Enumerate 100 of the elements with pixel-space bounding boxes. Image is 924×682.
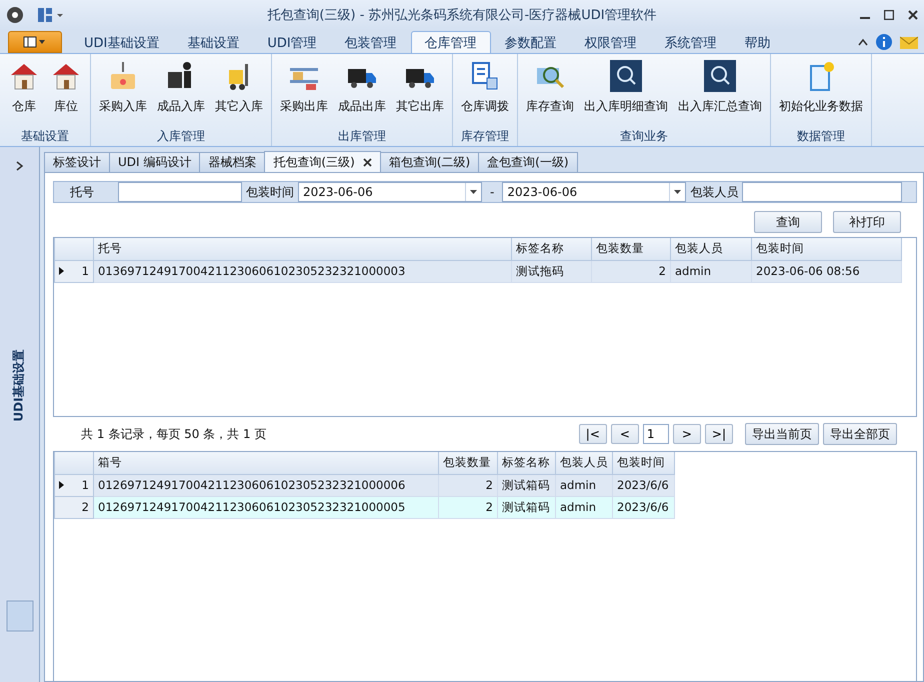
menu-icon	[23, 36, 47, 48]
document-tab[interactable]: 箱包查询(二级)	[380, 152, 480, 172]
group-label: 数据管理	[796, 128, 846, 145]
previous-page-button[interactable]: <	[610, 424, 639, 444]
group-label: 库存管理	[460, 128, 510, 145]
info-icon[interactable]	[876, 34, 892, 50]
column-header[interactable]: 标签名称	[512, 238, 592, 260]
side-panel-label[interactable]: UDI基础设置	[11, 349, 28, 422]
mail-icon[interactable]	[900, 36, 918, 48]
pallet-number-field[interactable]	[118, 182, 242, 202]
separator-text: -	[489, 185, 496, 199]
date-field[interactable]: 2023-06-06	[502, 182, 686, 202]
ribbon-button[interactable]: 出入库明细查询	[580, 58, 672, 128]
current-row-icon	[59, 481, 64, 489]
action-button[interactable]: 查询	[754, 211, 822, 233]
column-header[interactable]: 包装数量	[438, 452, 498, 474]
table-cell: 2	[592, 260, 670, 282]
table-cell: 2023-06-06 08:56	[752, 260, 902, 282]
document-tab[interactable]: 托包查询(三级)	[264, 151, 381, 172]
column-header[interactable]: 箱号	[94, 452, 438, 474]
collapse-icon[interactable]	[858, 38, 868, 46]
ribbon-tab[interactable]: 系统管理	[650, 31, 731, 53]
ribbon-tab[interactable]: 仓库管理	[410, 31, 491, 53]
search-icon	[610, 60, 642, 92]
ribbon-button[interactable]: 库位	[46, 58, 86, 128]
window-title: 托包查询(三级) - 苏州弘光条码系统有限公司-医疗器械UDI管理软件	[266, 7, 658, 24]
expand-icon[interactable]	[16, 161, 24, 171]
action-button[interactable]: 补打印	[833, 211, 901, 233]
layout-icon[interactable]	[38, 8, 64, 22]
ribbon-button[interactable]: 采购出库	[276, 58, 332, 128]
ribbon-tab[interactable]: 参数配置	[490, 31, 571, 53]
app-logo-icon	[6, 6, 24, 24]
ribbon-button[interactable]: 其它出库	[392, 58, 448, 128]
ribbon-tab[interactable]: UDI基础设置	[70, 31, 174, 53]
ribbon-tab[interactable]: 基础设置	[173, 31, 254, 53]
column-header[interactable]: 标签名称	[498, 452, 556, 474]
maximize-icon[interactable]	[884, 10, 894, 20]
group-label: 查询业务	[619, 128, 669, 145]
group-label: 入库管理	[156, 128, 206, 145]
first-page-button[interactable]: |<	[578, 424, 607, 444]
current-row-icon	[59, 267, 64, 275]
column-header[interactable]: 包装数量	[592, 238, 670, 260]
table-cell: admin	[556, 474, 612, 496]
table-cell: 测试拖码	[512, 260, 592, 282]
row-number: 1	[54, 260, 94, 282]
record-summary: 共 1 条记录，每页 50 条，共 1 页	[81, 426, 268, 442]
table-cell: 2023/6/6	[612, 496, 674, 518]
ribbon-tab[interactable]: UDI管理	[253, 31, 331, 53]
ribbon-tab[interactable]: 权限管理	[570, 31, 651, 53]
app-menu-button[interactable]	[8, 31, 62, 53]
table-cell: 2	[438, 474, 498, 496]
table-cell: 2023/6/6	[612, 474, 674, 496]
column-header[interactable]: 包装人员	[670, 238, 752, 260]
document-tab[interactable]: 标签设计	[44, 152, 110, 172]
table-cell: 测试箱码	[498, 474, 556, 496]
column-header[interactable]: 包装时间	[612, 452, 674, 474]
table-cell: 2	[438, 496, 498, 518]
date-field[interactable]: 2023-06-06	[298, 182, 482, 202]
ribbon-button[interactable]: 其它入库	[211, 58, 267, 128]
table-cell: 012697124917004211230606102305232321000005	[94, 496, 438, 518]
row-number: 2	[54, 496, 94, 518]
ribbon-button[interactable]: 库存查询	[522, 58, 578, 128]
table-cell: admin	[556, 496, 612, 518]
dropdown-icon	[674, 190, 682, 194]
document-tab[interactable]: UDI 编码设计	[109, 152, 200, 172]
ribbon-button[interactable]: 仓库调拨	[457, 58, 513, 128]
ribbon-button[interactable]: 成品出库	[334, 58, 390, 128]
row-header-corner	[54, 452, 94, 474]
row-number: 1	[54, 474, 94, 496]
next-page-button[interactable]: >	[672, 424, 701, 444]
export-button[interactable]: 导出全部页	[823, 423, 897, 445]
field-label: 托号	[70, 184, 95, 200]
page-field[interactable]: 1	[642, 424, 669, 444]
packer-field[interactable]	[742, 182, 902, 202]
close-icon[interactable]	[908, 10, 918, 20]
document-tab[interactable]: 器械档案	[199, 152, 266, 172]
export-button[interactable]: 导出当前页	[745, 423, 819, 445]
ribbon-button[interactable]: 成品入库	[153, 58, 209, 128]
column-header[interactable]: 包装时间	[752, 238, 902, 260]
last-page-button[interactable]: >|	[704, 424, 733, 444]
table-cell: 013697124917004211230606102305232321000003	[94, 260, 512, 282]
group-label: 出库管理	[337, 128, 387, 145]
field-label: 包装人员	[690, 184, 738, 200]
row-header-corner	[54, 238, 94, 260]
ribbon-button[interactable]: 采购入库	[95, 58, 151, 128]
column-header[interactable]: 包装人员	[556, 452, 612, 474]
scroll-thumb-icon[interactable]	[6, 600, 34, 632]
ribbon-tab[interactable]: 包装管理	[330, 31, 411, 53]
close-icon[interactable]	[362, 158, 372, 166]
group-label: 基础设置	[20, 128, 70, 145]
field-label: 包装时间	[246, 184, 294, 200]
column-header[interactable]: 托号	[94, 238, 512, 260]
ribbon-tab[interactable]: 帮助	[730, 31, 785, 53]
ribbon-button[interactable]: 仓库	[4, 58, 44, 128]
ribbon-button[interactable]: 初始化业务数据	[775, 58, 867, 128]
table-cell: 测试箱码	[498, 496, 556, 518]
table-cell: 012697124917004211230606102305232321000006	[94, 474, 438, 496]
document-tab[interactable]: 盒包查询(一级)	[478, 152, 578, 172]
table-cell: admin	[670, 260, 752, 282]
ribbon-button[interactable]: 出入库汇总查询	[674, 58, 766, 128]
